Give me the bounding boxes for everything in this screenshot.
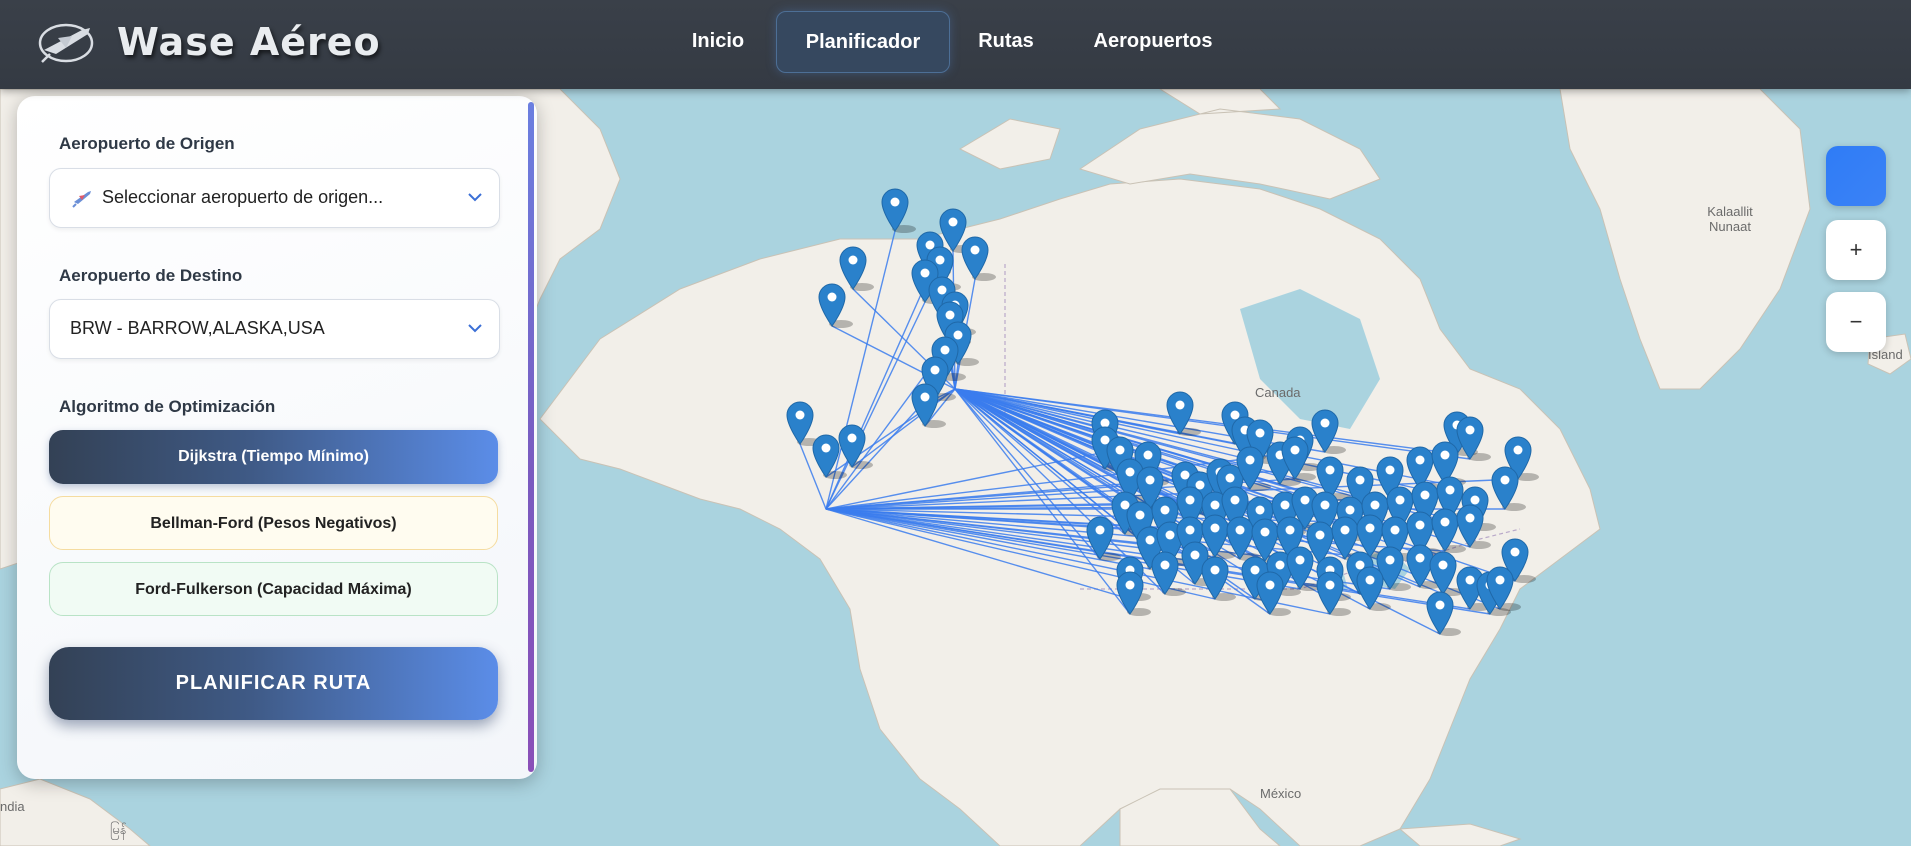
- airplane-icon: [72, 191, 91, 208]
- nav-aeropuertos[interactable]: Aeropuertos: [1078, 11, 1228, 71]
- origin-select[interactable]: Seleccionar aeropuerto de origen...: [49, 168, 500, 228]
- nav-rutas[interactable]: Rutas: [962, 11, 1050, 71]
- airplane-logo-icon: [38, 23, 94, 63]
- chevron-down-icon: [468, 193, 482, 202]
- zoom-in-button[interactable]: +: [1826, 220, 1886, 280]
- india-label: ndia: [0, 799, 25, 814]
- algo-ford-fulkerson-button[interactable]: Ford-Fulkerson (Capacidad Máxima): [49, 562, 498, 616]
- canada-label: Canada: [1255, 385, 1301, 400]
- zoom-out-button[interactable]: −: [1826, 292, 1886, 352]
- layers-toggle-button[interactable]: [1826, 146, 1886, 206]
- plan-route-button[interactable]: PLANIFICAR RUTA: [49, 647, 498, 720]
- destination-select[interactable]: BRW - BARROW,ALASKA,USA: [49, 299, 500, 359]
- route-planner-panel: Aeropuerto de Origen Seleccionar aeropue…: [17, 96, 537, 779]
- greenland-label: Kalaallit Nunaat: [1707, 204, 1753, 234]
- chevron-down-icon: [468, 324, 482, 333]
- top-navigation-bar: Wase Aéreo Inicio Planificador Rutas Aer…: [0, 0, 1911, 89]
- origin-label: Aeropuerto de Origen: [59, 134, 235, 153]
- algo-bellman-ford-button[interactable]: Bellman-Ford (Pesos Negativos): [49, 496, 498, 550]
- destination-label: Aeropuerto de Destino: [59, 266, 243, 285]
- destination-value: BRW - BARROW,ALASKA,USA: [70, 318, 325, 338]
- algo-dijkstra-button[interactable]: Dijkstra (Tiempo Mínimo): [49, 430, 498, 484]
- app-title: Wase Aéreo: [117, 20, 381, 64]
- myanmar-label: မြန်: [110, 822, 127, 837]
- origin-placeholder: Seleccionar aeropuerto de origen...: [102, 187, 384, 207]
- panel-scrollbar[interactable]: [528, 102, 534, 772]
- mexico-label: México: [1260, 786, 1302, 801]
- algorithm-label: Algoritmo de Optimización: [59, 397, 276, 416]
- nav-planificador[interactable]: Planificador: [776, 11, 950, 73]
- nav-inicio[interactable]: Inicio: [672, 11, 764, 71]
